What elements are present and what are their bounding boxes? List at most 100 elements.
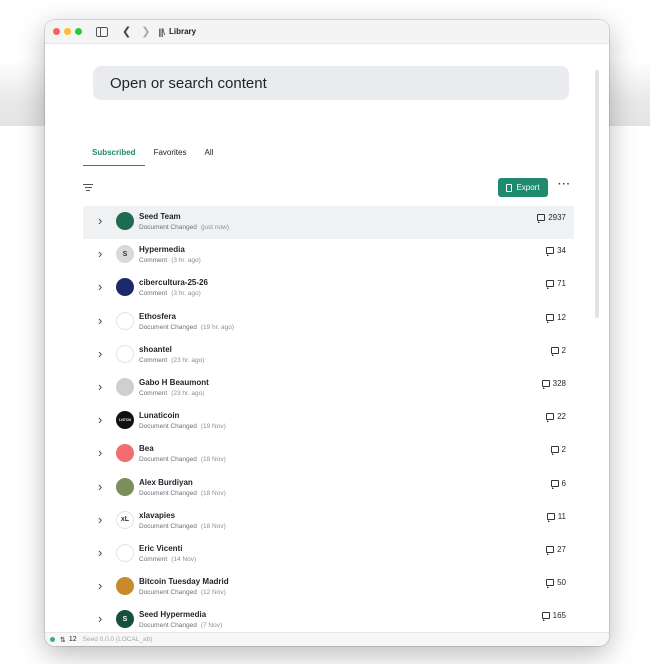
person-photo-icon (116, 377, 134, 396)
chevron-right-icon[interactable]: › (98, 246, 102, 261)
item-name[interactable]: Bitcoin Tuesday Madrid (139, 577, 229, 586)
item-event: Comment (139, 257, 168, 265)
avatar-initials: LNTCN (119, 418, 131, 423)
chevron-right-icon[interactable]: › (98, 545, 102, 560)
item-event: Document Changed (139, 456, 197, 464)
item-name[interactable]: Lunaticoin (139, 411, 179, 420)
item-meta: Comment (23 hr. ago) (139, 390, 204, 397)
item-name[interactable]: Eric Vicenti (139, 544, 182, 553)
chevron-right-icon[interactable]: › (98, 479, 102, 494)
item-event: Document Changed (139, 423, 197, 431)
item-meta: Document Changed (19 hr. ago) (139, 324, 234, 331)
item-meta: Comment (3 hr. ago) (139, 290, 201, 297)
item-name[interactable]: Bea (139, 444, 154, 453)
back-arrow-icon[interactable]: ❮ (122, 25, 131, 38)
item-event: Comment (139, 555, 168, 563)
zoom-window-button[interactable] (75, 28, 82, 35)
item-meta: Document Changed (18 Nov) (139, 523, 226, 530)
sync-count: 12 (68, 636, 77, 643)
list-item[interactable]: › cibercultura-25-26 Comment (3 hr. ago) 71 (83, 272, 574, 305)
comment-bubble-icon (546, 313, 555, 323)
list-item[interactable]: › Bitcoin Tuesday Madrid Document Changed(… (83, 571, 574, 604)
item-event: Comment (139, 290, 168, 298)
item-time: (19 Nov) (200, 423, 226, 431)
list-item[interactable]: › LNTCN Lunaticoin Document Changed (19 Nov)… (83, 405, 574, 438)
list-item[interactable]: › shoantel Comment (23 hr. ago) 2 (83, 339, 574, 372)
item-time: (7 Nov) (200, 622, 223, 630)
comment-count-value: 27 (557, 544, 566, 554)
chevron-right-icon[interactable]: › (98, 313, 102, 328)
comment-bubble-icon (550, 346, 559, 356)
comment-count-value: 165 (552, 611, 566, 621)
chevron-right-icon[interactable]: › (98, 346, 102, 361)
breadcrumb-library[interactable]: Library (169, 27, 196, 36)
planet-logo-icon (116, 311, 134, 330)
filter-icon[interactable] (83, 184, 93, 192)
list-item[interactable]: › Bea Document Changed (18 Nov) 2 (83, 438, 574, 471)
list-item[interactable]: › S Hypermedia Comment (3 hr. ago) 34 (83, 239, 574, 272)
list-item[interactable]: › xL xlavapies Document Changed (18 Nov) 11 (83, 505, 574, 538)
sidebar-toggle-icon[interactable] (96, 26, 108, 37)
comment-bubble-icon (546, 280, 555, 290)
list-item[interactable]: › Eric Vicenti Comment (14 Nov) 27 (83, 538, 574, 571)
chevron-right-icon[interactable]: › (98, 379, 102, 394)
chevron-right-icon[interactable]: › (98, 412, 102, 427)
item-meta: Document Changed (18 Nov) (139, 490, 226, 497)
item-time: (23 hr. ago) (171, 389, 205, 397)
item-name[interactable]: Seed Hypermedia (139, 610, 206, 619)
minimize-window-button[interactable] (64, 28, 71, 35)
close-window-button[interactable] (53, 28, 60, 35)
list-item[interactable]: › Gabo H Beaumont Comment (23 hr. ago) 328 (83, 372, 574, 405)
item-time: (just now) (200, 224, 230, 231)
comment-count: 11 (546, 512, 566, 522)
item-name[interactable]: Seed Team (139, 212, 181, 221)
item-name[interactable]: xlavapies (139, 511, 175, 520)
comment-count-value: 12 (557, 312, 566, 322)
item-event: Document Changed (139, 522, 197, 530)
list-item[interactable]: › Ethosfera Document Changed (19 hr. ago) 12 (83, 306, 574, 339)
comment-count: 34 (546, 246, 566, 257)
item-name[interactable]: Ethosfera (139, 312, 176, 321)
chevron-right-icon[interactable]: › (98, 611, 102, 626)
comment-bubble-icon (546, 413, 555, 423)
item-event: Document Changed (139, 224, 197, 231)
main-content: Open or search content Subscribed Favori… (45, 44, 609, 646)
comment-bubble-icon (546, 512, 555, 522)
item-event: Comment (139, 389, 168, 397)
item-name[interactable]: shoantel (139, 345, 172, 354)
chevron-right-icon[interactable]: › (98, 279, 102, 294)
triangle-logo-icon (116, 444, 134, 463)
forward-arrow-icon[interactable]: ❯ (141, 25, 150, 38)
item-name[interactable]: Alex Burdiyan (139, 478, 193, 487)
chevron-right-icon[interactable]: › (98, 578, 102, 593)
list-item[interactable]: › Alex Burdiyan Document Changed (18 Nov) 6 (83, 472, 574, 505)
comment-count: 2 (550, 346, 566, 356)
item-name[interactable]: Gabo H Beaumont (139, 378, 209, 387)
item-meta: Document Changed (just now) (139, 224, 229, 231)
sync-icon[interactable]: ⇅ (60, 636, 66, 644)
item-meta: Document Changed (18 Nov) (139, 456, 226, 463)
list-item[interactable]: › Seed Team Document Changed (just now) 2937 (83, 206, 574, 240)
search-input[interactable]: Open or search content (93, 66, 569, 100)
comment-bubble-icon (537, 214, 546, 223)
comment-bubble-icon (546, 579, 555, 589)
export-button[interactable]: Export (498, 178, 548, 197)
chevron-right-icon[interactable]: › (98, 512, 102, 527)
tab-favorites[interactable]: Favorites (145, 146, 196, 166)
item-event: Comment (139, 356, 168, 364)
more-options-icon[interactable]: ··· (558, 179, 571, 190)
comment-count: 27 (546, 544, 566, 555)
comment-count-value: 22 (557, 412, 566, 422)
item-time: (23 hr. ago) (171, 356, 205, 364)
chevron-right-icon[interactable]: › (98, 213, 102, 228)
item-meta: Document Changed (7 Nov) (139, 622, 222, 629)
item-name[interactable]: cibercultura-25-26 (139, 278, 208, 287)
item-name[interactable]: Hypermedia (139, 245, 185, 254)
scrollbar[interactable] (595, 70, 599, 318)
status-bar: ⇅ 12 Seed 0.0.0 (LOCAL_ab) (45, 632, 609, 646)
s-logo-icon: S (116, 245, 134, 264)
tab-subscribed[interactable]: Subscribed (83, 146, 145, 166)
tab-all[interactable]: All (195, 146, 222, 166)
app-window: ❮ ❯ |||\ Library Open or search content … (45, 20, 609, 646)
chevron-right-icon[interactable]: › (98, 445, 102, 460)
